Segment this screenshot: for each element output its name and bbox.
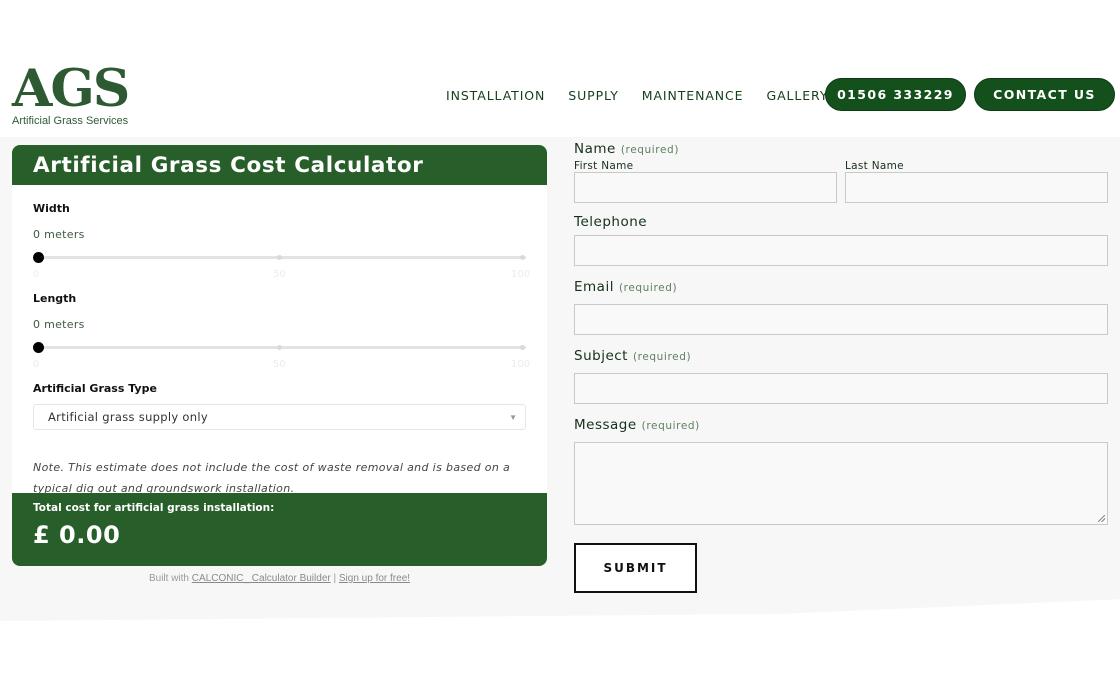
total-label: Total cost for artificial grass installa… (33, 502, 275, 514)
email-field[interactable] (574, 304, 1108, 335)
email-label: Email (574, 279, 614, 295)
width-slider-end-dot (520, 255, 525, 260)
message-required: (required) (641, 420, 700, 432)
width-value: 0 meters (33, 228, 85, 241)
nav-installation[interactable]: INSTALLATION (446, 88, 545, 103)
logo[interactable]: AGS Artificial Grass Services (12, 64, 142, 128)
calculator-title: Artificial Grass Cost Calculator (33, 153, 424, 178)
resize-grip-icon[interactable] (1098, 515, 1105, 522)
built-with-credit: Built with CALCONIC_ Calculator Builder … (12, 573, 547, 584)
name-required: (required) (620, 144, 680, 156)
signup-link[interactable]: Sign up for free! (339, 573, 410, 584)
grass-type-select[interactable]: Artificial grass supply only ▼ (33, 404, 526, 430)
last-name-field[interactable] (845, 172, 1108, 203)
width-label: Width (33, 202, 70, 215)
subject-required: (required) (632, 351, 692, 363)
length-tick-min: 0 (33, 359, 40, 370)
built-with-prefix: Built with (148, 573, 192, 584)
total-value: £ 0.00 (33, 521, 121, 549)
length-slider-end-dot (520, 345, 525, 350)
submit-button[interactable]: SUBMIT (574, 543, 697, 593)
nav-supply[interactable]: SUPPLY (568, 88, 619, 103)
first-name-label: First Name (574, 160, 634, 172)
total-panel: Total cost for artificial grass installa… (12, 493, 547, 566)
length-value: 0 meters (33, 318, 85, 331)
telephone-label: Telephone (574, 214, 648, 230)
calconic-link[interactable]: CALCONIC_ Calculator Builder (192, 573, 331, 584)
length-slider[interactable]: 0 50 100 (33, 339, 530, 373)
width-slider-mid-dot (277, 255, 282, 260)
email-required: (required) (618, 282, 678, 294)
width-slider-thumb[interactable] (33, 252, 44, 263)
grass-type-label: Artificial Grass Type (33, 382, 157, 395)
nav-maintenance[interactable]: MAINTENANCE (642, 88, 744, 103)
built-with-separator: | (330, 573, 339, 584)
width-tick-min: 0 (33, 269, 40, 280)
first-name-field[interactable] (574, 172, 837, 203)
cost-calculator: Artificial Grass Cost Calculator Width 0… (12, 145, 547, 566)
length-label: Length (33, 292, 77, 305)
main-nav: INSTALLATION SUPPLY MAINTENANCE GALLERY (446, 88, 851, 103)
phone-button[interactable]: 01506 333229 (825, 78, 966, 111)
contact-us-button[interactable]: CONTACT US (974, 78, 1115, 111)
width-tick-max: 100 (511, 269, 531, 280)
width-tick-mid: 50 (273, 269, 286, 280)
logo-mark: AGS (12, 59, 130, 119)
width-slider[interactable]: 0 50 100 (33, 249, 530, 283)
name-label: Name (574, 141, 616, 157)
telephone-field[interactable] (574, 235, 1108, 266)
grass-type-selected: Artificial grass supply only (48, 410, 208, 424)
last-name-label: Last Name (845, 160, 904, 172)
message-label: Message (574, 417, 637, 433)
calculator-body: Width 0 meters 0 50 100 Length 0 meters … (12, 185, 547, 499)
subject-field[interactable] (574, 373, 1108, 404)
nav-gallery[interactable]: GALLERY (766, 88, 828, 103)
length-tick-mid: 50 (273, 359, 286, 370)
calculator-header: Artificial Grass Cost Calculator (12, 145, 547, 185)
length-slider-thumb[interactable] (33, 342, 44, 353)
contact-form: Name (required) First Name Last Name Tele… (574, 140, 1108, 593)
subject-label: Subject (574, 348, 628, 364)
message-field[interactable] (574, 442, 1108, 525)
length-tick-max: 100 (511, 359, 531, 370)
chevron-down-icon: ▼ (509, 412, 517, 422)
site-header: AGS Artificial Grass Services INSTALLATI… (0, 0, 1120, 137)
length-slider-mid-dot (277, 345, 282, 350)
